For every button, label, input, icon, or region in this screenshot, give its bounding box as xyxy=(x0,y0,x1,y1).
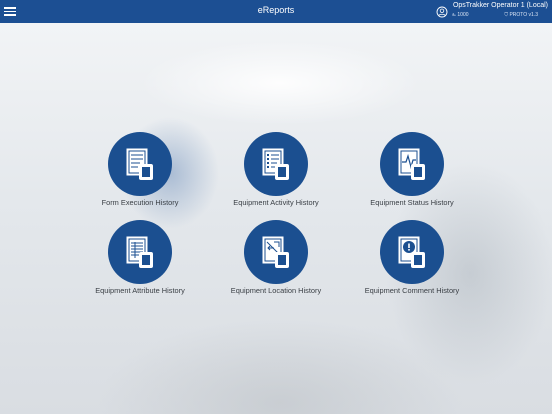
report-tile-equipment-status[interactable]: Equipment Status History xyxy=(352,132,472,214)
form-execution-icon xyxy=(108,132,172,196)
background-image xyxy=(0,23,552,414)
equipment-status-icon xyxy=(380,132,444,196)
report-label: Equipment Activity History xyxy=(233,198,319,207)
report-tile-equipment-comment[interactable]: Equipment Comment History xyxy=(352,220,472,302)
version-value: PROTO v1.3 xyxy=(509,12,538,18)
report-tile-equipment-attribute[interactable]: Equipment Attribute History xyxy=(80,220,200,302)
equipment-attribute-icon xyxy=(108,220,172,284)
report-label: Equipment Attribute History xyxy=(95,286,185,295)
user-circle-icon[interactable] xyxy=(436,6,448,18)
version-label: ⛉ PROTO v1.3 xyxy=(504,12,538,18)
report-tile-equipment-location[interactable]: Equipment Location History xyxy=(216,220,336,302)
equipment-location-icon xyxy=(244,220,308,284)
report-label: Equipment Comment History xyxy=(364,286,460,295)
report-tile-form-execution[interactable]: Form Execution History xyxy=(80,132,200,214)
report-tile-equipment-activity[interactable]: Equipment Activity History xyxy=(216,132,336,214)
hamburger-menu-icon[interactable] xyxy=(4,5,16,17)
report-label: Form Execution History xyxy=(101,198,179,207)
user-id: ⎁ 1000 xyxy=(452,12,469,18)
user-id-value: 1000 xyxy=(457,12,469,18)
user-name: OpsTrakker Operator 1 (Local) xyxy=(452,2,548,9)
report-label: Equipment Location History xyxy=(230,286,322,295)
report-label: Equipment Status History xyxy=(370,198,454,207)
equipment-activity-icon xyxy=(244,132,308,196)
equipment-comment-icon xyxy=(380,220,444,284)
app-header: eReports OpsTrakker Operator 1 (Local) ⎁… xyxy=(0,0,552,23)
